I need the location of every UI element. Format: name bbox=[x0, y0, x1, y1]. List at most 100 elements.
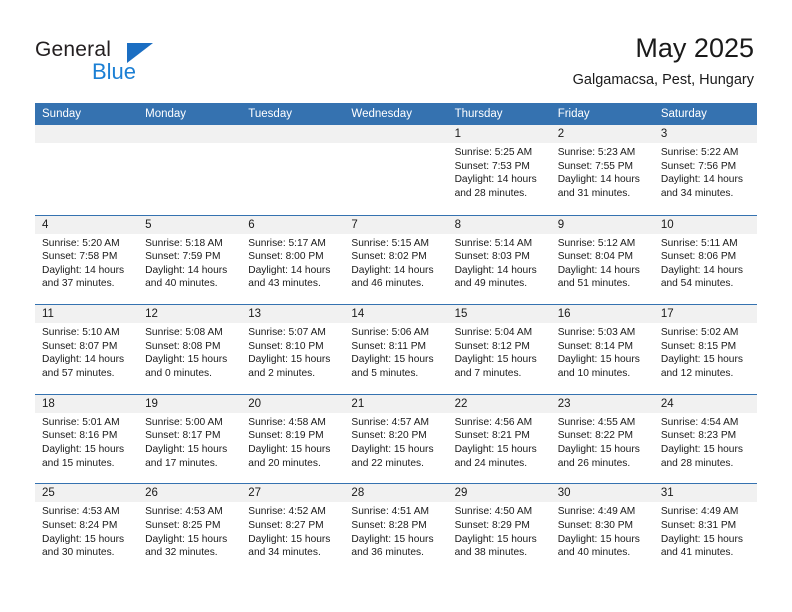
calendar-day-cell[interactable]: 16 Sunrise: 5:03 AM Sunset: 8:14 PM Dayligh… bbox=[550, 305, 654, 394]
day-number: 26 bbox=[138, 484, 242, 503]
day-sunrise-text: Sunrise: 5:07 AM bbox=[248, 327, 326, 339]
calendar-day-cell[interactable]: 12 Sunrise: 5:08 AM Sunset: 8:08 PM Dayligh… bbox=[138, 305, 242, 394]
day-sun-info: Sunrise: 4:49 AM Sunset: 8:31 PM Daylight:… bbox=[654, 502, 757, 559]
day-sun-info: Sunrise: 4:55 AM Sunset: 8:22 PM Daylight:… bbox=[551, 413, 654, 470]
day-sunset-text: Sunset: 8:15 PM bbox=[660, 340, 737, 352]
day-number: 4 bbox=[35, 215, 139, 234]
day-number: 7 bbox=[344, 215, 448, 234]
calendar-day-cell[interactable]: 30 Sunrise: 4:49 AM Sunset: 8:30 PM Dayligh… bbox=[550, 484, 654, 573]
day-number: 1 bbox=[447, 125, 551, 143]
weekday-header-saturday: Saturday bbox=[660, 108, 707, 120]
day-sun-info: Sunrise: 4:56 AM Sunset: 8:21 PM Daylight:… bbox=[448, 413, 551, 470]
calendar-day-cell[interactable]: 2 Sunrise: 5:23 AM Sunset: 7:55 PM Daylight… bbox=[550, 125, 654, 215]
calendar-day-cell[interactable]: 6 Sunrise: 5:17 AM Sunset: 8:00 PM Daylight… bbox=[241, 215, 345, 305]
calendar-day-cell[interactable]: 29 Sunrise: 4:50 AM Sunset: 8:29 PM Dayligh… bbox=[447, 484, 551, 573]
day-sun-info: Sunrise: 5:12 AM Sunset: 8:04 PM Daylight:… bbox=[551, 234, 654, 291]
calendar-day-cell[interactable]: 5 Sunrise: 5:18 AM Sunset: 7:59 PM Daylight… bbox=[138, 215, 242, 305]
day-daylight-text: Daylight: 14 hours and 37 minutes. bbox=[42, 264, 125, 290]
day-daylight-text: Daylight: 14 hours and 57 minutes. bbox=[42, 354, 125, 379]
calendar-day-cell[interactable]: 11 Sunrise: 5:10 AM Sunset: 8:07 PM Dayligh… bbox=[35, 305, 139, 394]
day-sunrise-text: Sunrise: 5:03 AM bbox=[557, 327, 636, 339]
day-daylight-text: Daylight: 14 hours and 28 minutes. bbox=[454, 174, 537, 199]
day-number: 6 bbox=[241, 215, 345, 234]
day-number bbox=[35, 125, 139, 143]
day-sunrise-text: Sunrise: 5:01 AM bbox=[42, 416, 120, 428]
day-sunrise-text: Sunrise: 4:49 AM bbox=[660, 506, 739, 518]
day-sunrise-text: Sunrise: 4:53 AM bbox=[145, 506, 223, 518]
day-sunrise-text: Sunrise: 4:52 AM bbox=[248, 506, 326, 518]
calendar-week-row: 25 Sunrise: 4:53 AM Sunset: 8:24 PM Dayligh… bbox=[35, 483, 757, 573]
page-subtitle-location: Galgamacsa, Pest, Hungary bbox=[572, 72, 754, 88]
calendar-day-cell-empty bbox=[241, 125, 345, 215]
weekday-header-sunday: Sunday bbox=[42, 108, 82, 120]
day-sunrise-text: Sunrise: 4:57 AM bbox=[351, 416, 430, 428]
calendar-day-cell[interactable]: 20 Sunrise: 4:58 AM Sunset: 8:19 PM Dayligh… bbox=[241, 394, 345, 484]
calendar-day-cell[interactable]: 24 Sunrise: 4:54 AM Sunset: 8:23 PM Dayligh… bbox=[653, 394, 757, 484]
day-number: 29 bbox=[447, 484, 551, 503]
day-sun-info: Sunrise: 5:04 AM Sunset: 8:12 PM Daylight:… bbox=[448, 323, 551, 380]
day-sunrise-text: Sunrise: 5:02 AM bbox=[660, 327, 739, 339]
day-sunrise-text: Sunrise: 4:55 AM bbox=[557, 416, 636, 428]
day-number: 31 bbox=[653, 484, 757, 503]
day-sun-info: Sunrise: 5:10 AM Sunset: 8:07 PM Daylight:… bbox=[35, 323, 138, 380]
calendar-day-cell[interactable]: 21 Sunrise: 4:57 AM Sunset: 8:20 PM Dayligh… bbox=[344, 394, 448, 484]
calendar-day-cell[interactable]: 17 Sunrise: 5:02 AM Sunset: 8:15 PM Dayligh… bbox=[653, 305, 757, 394]
day-daylight-text: Daylight: 15 hours and 10 minutes. bbox=[557, 354, 640, 379]
calendar-day-cell[interactable]: 28 Sunrise: 4:51 AM Sunset: 8:28 PM Dayligh… bbox=[344, 484, 448, 573]
day-number bbox=[241, 125, 345, 143]
calendar-day-cell[interactable]: 23 Sunrise: 4:55 AM Sunset: 8:22 PM Dayligh… bbox=[550, 394, 654, 484]
calendar-day-cell[interactable]: 26 Sunrise: 4:53 AM Sunset: 8:25 PM Dayligh… bbox=[138, 484, 242, 573]
day-daylight-text: Daylight: 14 hours and 43 minutes. bbox=[248, 264, 331, 290]
day-daylight-text: Daylight: 15 hours and 40 minutes. bbox=[557, 533, 640, 559]
day-sunset-text: Sunset: 8:08 PM bbox=[145, 340, 221, 352]
calendar-day-cell[interactable]: 27 Sunrise: 4:52 AM Sunset: 8:27 PM Dayligh… bbox=[241, 484, 345, 573]
day-number: 23 bbox=[550, 394, 654, 413]
calendar-day-cell[interactable]: 10 Sunrise: 5:11 AM Sunset: 8:06 PM Dayligh… bbox=[653, 215, 757, 305]
calendar-day-cell[interactable]: 18 Sunrise: 5:01 AM Sunset: 8:16 PM Dayligh… bbox=[35, 394, 139, 484]
day-sunset-text: Sunset: 8:16 PM bbox=[42, 430, 118, 442]
day-daylight-text: Daylight: 15 hours and 15 minutes. bbox=[42, 443, 125, 469]
day-sun-info: Sunrise: 4:52 AM Sunset: 8:27 PM Daylight:… bbox=[241, 502, 344, 559]
logo-text-blue: Blue bbox=[92, 59, 137, 84]
day-daylight-text: Daylight: 15 hours and 34 minutes. bbox=[248, 533, 331, 559]
weekday-header-row: Sunday Monday Tuesday Wednesday Thursday Frid… bbox=[35, 103, 757, 125]
day-sun-info: Sunrise: 4:58 AM Sunset: 8:19 PM Daylight:… bbox=[241, 413, 344, 470]
day-number: 12 bbox=[138, 305, 242, 324]
day-sun-info: Sunrise: 5:20 AM Sunset: 7:58 PM Daylight:… bbox=[35, 234, 138, 291]
calendar-day-cell[interactable]: 31 Sunrise: 4:49 AM Sunset: 8:31 PM Dayligh… bbox=[653, 484, 757, 573]
calendar-day-cell[interactable]: 25 Sunrise: 4:53 AM Sunset: 8:24 PM Dayligh… bbox=[35, 484, 139, 573]
day-daylight-text: Daylight: 15 hours and 22 minutes. bbox=[351, 443, 434, 469]
day-daylight-text: Daylight: 14 hours and 34 minutes. bbox=[660, 174, 743, 199]
day-daylight-text: Daylight: 15 hours and 5 minutes. bbox=[351, 354, 434, 379]
weekday-header-monday: Monday bbox=[145, 108, 187, 120]
day-number: 2 bbox=[550, 125, 654, 143]
calendar-day-cell[interactable]: 8 Sunrise: 5:14 AM Sunset: 8:03 PM Daylight… bbox=[447, 215, 551, 305]
calendar-day-cell[interactable]: 7 Sunrise: 5:15 AM Sunset: 8:02 PM Daylight… bbox=[344, 215, 448, 305]
calendar-day-cell[interactable]: 14 Sunrise: 5:06 AM Sunset: 8:11 PM Dayligh… bbox=[344, 305, 448, 394]
calendar-day-cell[interactable]: 15 Sunrise: 5:04 AM Sunset: 8:12 PM Dayligh… bbox=[447, 305, 551, 394]
calendar-day-cell[interactable]: 22 Sunrise: 4:56 AM Sunset: 8:21 PM Dayligh… bbox=[447, 394, 551, 484]
day-daylight-text: Daylight: 15 hours and 32 minutes. bbox=[145, 533, 228, 559]
calendar-day-cell[interactable]: 9 Sunrise: 5:12 AM Sunset: 8:04 PM Daylight… bbox=[550, 215, 654, 305]
day-sunset-text: Sunset: 8:04 PM bbox=[557, 251, 634, 263]
day-sunrise-text: Sunrise: 5:18 AM bbox=[145, 237, 223, 249]
day-number: 30 bbox=[550, 484, 654, 503]
calendar-day-cell[interactable]: 3 Sunrise: 5:22 AM Sunset: 7:56 PM Daylight… bbox=[653, 125, 757, 215]
day-sunset-text: Sunset: 8:07 PM bbox=[42, 340, 118, 352]
calendar-day-cell[interactable]: 13 Sunrise: 5:07 AM Sunset: 8:10 PM Dayligh… bbox=[241, 305, 345, 394]
day-sunset-text: Sunset: 7:53 PM bbox=[454, 160, 530, 172]
day-sunrise-text: Sunrise: 5:22 AM bbox=[660, 147, 739, 158]
calendar-day-cell[interactable]: 1 Sunrise: 5:25 AM Sunset: 7:53 PM Daylight… bbox=[447, 125, 551, 215]
day-sunset-text: Sunset: 8:29 PM bbox=[454, 519, 530, 531]
day-sunset-text: Sunset: 7:58 PM bbox=[42, 251, 118, 263]
day-sun-info: Sunrise: 5:23 AM Sunset: 7:55 PM Daylight:… bbox=[551, 143, 654, 200]
day-daylight-text: Daylight: 14 hours and 51 minutes. bbox=[557, 264, 640, 290]
day-sunset-text: Sunset: 8:14 PM bbox=[557, 340, 634, 352]
calendar-day-cell[interactable]: 19 Sunrise: 5:00 AM Sunset: 8:17 PM Dayligh… bbox=[138, 394, 242, 484]
day-daylight-text: Daylight: 15 hours and 28 minutes. bbox=[660, 443, 743, 469]
day-number: 14 bbox=[344, 305, 448, 324]
calendar-day-cell[interactable]: 4 Sunrise: 5:20 AM Sunset: 7:58 PM Daylight… bbox=[35, 215, 139, 305]
day-sun-info: Sunrise: 5:18 AM Sunset: 7:59 PM Daylight:… bbox=[138, 234, 241, 291]
weekday-header-wednesday: Wednesday bbox=[351, 108, 412, 120]
general-blue-logo[interactable]: General Blue bbox=[35, 38, 235, 88]
